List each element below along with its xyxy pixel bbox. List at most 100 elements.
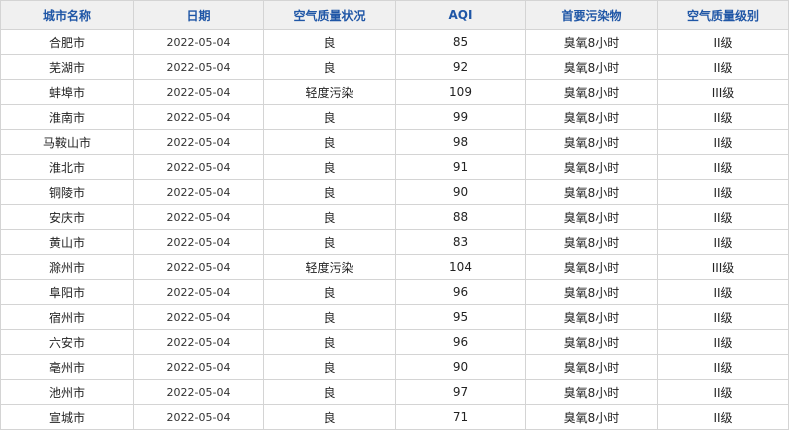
cell-status: 良 bbox=[263, 354, 396, 380]
header-primary-pollutant: 首要污染物 bbox=[525, 0, 658, 30]
cell-level: II级 bbox=[657, 379, 789, 405]
cell-status: 良 bbox=[263, 104, 396, 130]
cell-status: 良 bbox=[263, 229, 396, 255]
cell-level: II级 bbox=[657, 179, 789, 205]
air-quality-table: 城市名称 日期 空气质量状况 AQI 首要污染物 空气质量级别 合肥市 2022… bbox=[0, 0, 789, 430]
table-row: 亳州市 2022-05-04 良 90 臭氧8小时 II级 bbox=[0, 354, 789, 380]
table-row: 池州市 2022-05-04 良 97 臭氧8小时 II级 bbox=[0, 379, 789, 405]
cell-aqi: 96 bbox=[395, 279, 526, 305]
cell-city: 六安市 bbox=[0, 329, 134, 355]
cell-date: 2022-05-04 bbox=[133, 29, 264, 55]
table-row: 合肥市 2022-05-04 良 85 臭氧8小时 II级 bbox=[0, 29, 789, 55]
cell-status: 良 bbox=[263, 154, 396, 180]
cell-level: II级 bbox=[657, 304, 789, 330]
cell-level: II级 bbox=[657, 354, 789, 380]
table-row: 蚌埠市 2022-05-04 轻度污染 109 臭氧8小时 III级 bbox=[0, 79, 789, 105]
cell-date: 2022-05-04 bbox=[133, 204, 264, 230]
cell-city: 宿州市 bbox=[0, 304, 134, 330]
cell-city: 淮南市 bbox=[0, 104, 134, 130]
cell-aqi: 71 bbox=[395, 404, 526, 430]
cell-city: 合肥市 bbox=[0, 29, 134, 55]
cell-date: 2022-05-04 bbox=[133, 129, 264, 155]
cell-city: 亳州市 bbox=[0, 354, 134, 380]
cell-aqi: 90 bbox=[395, 354, 526, 380]
header-city-name: 城市名称 bbox=[0, 0, 134, 30]
table-row: 马鞍山市 2022-05-04 良 98 臭氧8小时 II级 bbox=[0, 129, 789, 155]
cell-level: II级 bbox=[657, 229, 789, 255]
cell-city: 马鞍山市 bbox=[0, 129, 134, 155]
cell-date: 2022-05-04 bbox=[133, 54, 264, 80]
cell-city: 蚌埠市 bbox=[0, 79, 134, 105]
cell-level: III级 bbox=[657, 79, 789, 105]
cell-city: 黄山市 bbox=[0, 229, 134, 255]
cell-status: 良 bbox=[263, 279, 396, 305]
cell-level: II级 bbox=[657, 29, 789, 55]
cell-city: 滁州市 bbox=[0, 254, 134, 280]
cell-pollutant: 臭氧8小时 bbox=[525, 129, 658, 155]
cell-pollutant: 臭氧8小时 bbox=[525, 104, 658, 130]
header-date: 日期 bbox=[133, 0, 264, 30]
cell-status: 轻度污染 bbox=[263, 254, 396, 280]
cell-status: 良 bbox=[263, 129, 396, 155]
cell-aqi: 90 bbox=[395, 179, 526, 205]
header-air-quality-level: 空气质量级别 bbox=[657, 0, 789, 30]
cell-city: 淮北市 bbox=[0, 154, 134, 180]
cell-aqi: 91 bbox=[395, 154, 526, 180]
cell-level: II级 bbox=[657, 104, 789, 130]
cell-date: 2022-05-04 bbox=[133, 404, 264, 430]
cell-status: 轻度污染 bbox=[263, 79, 396, 105]
cell-level: II级 bbox=[657, 279, 789, 305]
cell-date: 2022-05-04 bbox=[133, 304, 264, 330]
cell-city: 铜陵市 bbox=[0, 179, 134, 205]
cell-city: 宣城市 bbox=[0, 404, 134, 430]
cell-status: 良 bbox=[263, 29, 396, 55]
cell-aqi: 98 bbox=[395, 129, 526, 155]
table-row: 阜阳市 2022-05-04 良 96 臭氧8小时 II级 bbox=[0, 279, 789, 305]
header-air-quality-status: 空气质量状况 bbox=[263, 0, 396, 30]
cell-status: 良 bbox=[263, 204, 396, 230]
table-row: 滁州市 2022-05-04 轻度污染 104 臭氧8小时 III级 bbox=[0, 254, 789, 280]
table-row: 淮南市 2022-05-04 良 99 臭氧8小时 II级 bbox=[0, 104, 789, 130]
cell-pollutant: 臭氧8小时 bbox=[525, 29, 658, 55]
cell-date: 2022-05-04 bbox=[133, 254, 264, 280]
table-row: 宣城市 2022-05-04 良 71 臭氧8小时 II级 bbox=[0, 404, 789, 430]
cell-pollutant: 臭氧8小时 bbox=[525, 404, 658, 430]
cell-date: 2022-05-04 bbox=[133, 354, 264, 380]
table-row: 黄山市 2022-05-04 良 83 臭氧8小时 II级 bbox=[0, 229, 789, 255]
cell-aqi: 92 bbox=[395, 54, 526, 80]
table-header-row: 城市名称 日期 空气质量状况 AQI 首要污染物 空气质量级别 bbox=[0, 0, 789, 30]
cell-status: 良 bbox=[263, 404, 396, 430]
cell-aqi: 104 bbox=[395, 254, 526, 280]
cell-status: 良 bbox=[263, 179, 396, 205]
cell-level: II级 bbox=[657, 404, 789, 430]
cell-pollutant: 臭氧8小时 bbox=[525, 79, 658, 105]
cell-pollutant: 臭氧8小时 bbox=[525, 54, 658, 80]
cell-status: 良 bbox=[263, 379, 396, 405]
header-aqi: AQI bbox=[395, 0, 526, 30]
table-row: 淮北市 2022-05-04 良 91 臭氧8小时 II级 bbox=[0, 154, 789, 180]
cell-level: II级 bbox=[657, 329, 789, 355]
cell-aqi: 85 bbox=[395, 29, 526, 55]
cell-aqi: 95 bbox=[395, 304, 526, 330]
table-row: 安庆市 2022-05-04 良 88 臭氧8小时 II级 bbox=[0, 204, 789, 230]
cell-city: 安庆市 bbox=[0, 204, 134, 230]
cell-aqi: 96 bbox=[395, 329, 526, 355]
cell-status: 良 bbox=[263, 304, 396, 330]
cell-pollutant: 臭氧8小时 bbox=[525, 354, 658, 380]
cell-pollutant: 臭氧8小时 bbox=[525, 179, 658, 205]
cell-pollutant: 臭氧8小时 bbox=[525, 229, 658, 255]
cell-pollutant: 臭氧8小时 bbox=[525, 204, 658, 230]
cell-pollutant: 臭氧8小时 bbox=[525, 254, 658, 280]
cell-pollutant: 臭氧8小时 bbox=[525, 154, 658, 180]
cell-pollutant: 臭氧8小时 bbox=[525, 379, 658, 405]
cell-level: II级 bbox=[657, 154, 789, 180]
cell-aqi: 109 bbox=[395, 79, 526, 105]
cell-aqi: 97 bbox=[395, 379, 526, 405]
table-row: 宿州市 2022-05-04 良 95 臭氧8小时 II级 bbox=[0, 304, 789, 330]
table-row: 六安市 2022-05-04 良 96 臭氧8小时 II级 bbox=[0, 329, 789, 355]
cell-date: 2022-05-04 bbox=[133, 179, 264, 205]
cell-status: 良 bbox=[263, 329, 396, 355]
table-row: 芜湖市 2022-05-04 良 92 臭氧8小时 II级 bbox=[0, 54, 789, 80]
cell-level: II级 bbox=[657, 54, 789, 80]
cell-date: 2022-05-04 bbox=[133, 104, 264, 130]
